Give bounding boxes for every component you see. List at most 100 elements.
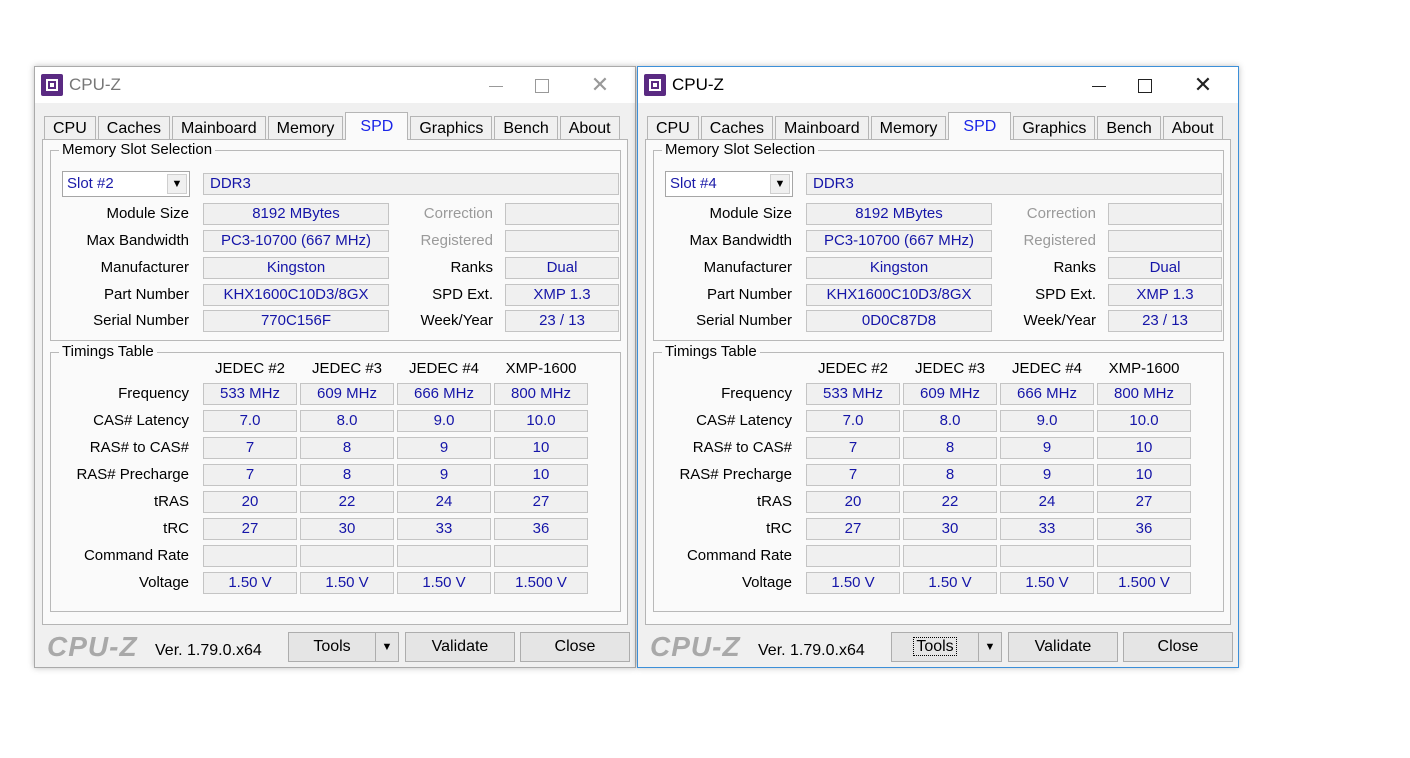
tab-bench[interactable]: Bench bbox=[1097, 116, 1161, 140]
cpuz-window-slot4: CPU-Z ✕ CPU Caches Mainboard Memory SPD … bbox=[637, 66, 1239, 668]
bottom-bar: CPU-Z Ver. 1.79.0.x64 Tools ▼ Validate C… bbox=[638, 627, 1238, 669]
week-year-label: Week/Year bbox=[1023, 312, 1096, 329]
tab-spd[interactable]: SPD bbox=[345, 112, 409, 140]
validate-button[interactable]: Validate bbox=[405, 632, 515, 662]
timing-cell: 33 bbox=[1000, 518, 1094, 540]
correction-value bbox=[1108, 203, 1222, 225]
timing-column-header: XMP-1600 bbox=[505, 360, 577, 377]
timing-cell: 10 bbox=[1097, 437, 1191, 459]
tab-mainboard[interactable]: Mainboard bbox=[172, 116, 266, 140]
title-bar[interactable]: CPU-Z ✕ bbox=[35, 67, 635, 103]
timing-cell: 1.50 V bbox=[300, 572, 394, 594]
registered-label: Registered bbox=[420, 232, 493, 249]
timing-column-header: JEDEC #4 bbox=[1011, 360, 1083, 377]
close-button[interactable]: Close bbox=[520, 632, 630, 662]
validate-button[interactable]: Validate bbox=[1008, 632, 1118, 662]
maximize-button[interactable] bbox=[519, 69, 565, 101]
ranks-value: Dual bbox=[1108, 257, 1222, 279]
timing-cell bbox=[1097, 545, 1191, 567]
timing-row-label: Command Rate bbox=[686, 547, 792, 564]
tab-bench[interactable]: Bench bbox=[494, 116, 558, 140]
max-bandwidth-value: PC3-10700 (667 MHz) bbox=[203, 230, 389, 252]
timing-row-label: RAS# to CAS# bbox=[89, 439, 189, 456]
spd-ext-label: SPD Ext. bbox=[1035, 286, 1096, 303]
close-window-button[interactable]: ✕ bbox=[1180, 69, 1226, 101]
version-text: Ver. 1.79.0.x64 bbox=[758, 642, 865, 659]
timing-cell: 8.0 bbox=[903, 410, 997, 432]
tab-memory[interactable]: Memory bbox=[267, 116, 344, 140]
slot-select-value: Slot #2 bbox=[67, 175, 114, 192]
timing-cell: 20 bbox=[203, 491, 297, 513]
timing-row-label: tRC bbox=[766, 520, 792, 537]
timing-cell: 666 MHz bbox=[397, 383, 491, 405]
tab-graphics[interactable]: Graphics bbox=[1013, 116, 1096, 140]
minimize-icon bbox=[1092, 85, 1106, 87]
timing-cell: 33 bbox=[397, 518, 491, 540]
ranks-label: Ranks bbox=[450, 259, 493, 276]
tab-caches[interactable]: Caches bbox=[97, 116, 171, 140]
max-bandwidth-value: PC3-10700 (667 MHz) bbox=[806, 230, 992, 252]
timing-row-label: RAS# to CAS# bbox=[692, 439, 792, 456]
maximize-button[interactable] bbox=[1122, 69, 1168, 101]
timing-cell bbox=[806, 545, 900, 567]
cpuz-app-icon bbox=[644, 74, 666, 96]
correction-label: Correction bbox=[423, 205, 493, 222]
timing-row-label: Frequency bbox=[721, 385, 792, 402]
chevron-down-icon: ▼ bbox=[381, 641, 393, 653]
timing-cell: 8 bbox=[903, 437, 997, 459]
timing-row-label: CAS# Latency bbox=[93, 412, 189, 429]
tools-button[interactable]: Tools bbox=[288, 632, 376, 662]
window-title: CPU-Z bbox=[672, 75, 724, 94]
close-button[interactable]: Close bbox=[1123, 632, 1233, 662]
spd-tab-panel: Memory Slot Selection Slot #2 ▼ DDR3 Mod… bbox=[42, 139, 628, 625]
chevron-down-icon[interactable]: ▼ bbox=[167, 174, 187, 194]
close-window-button[interactable]: ✕ bbox=[577, 69, 623, 101]
timing-column-header: JEDEC #2 bbox=[214, 360, 286, 377]
timing-cell: 10 bbox=[1097, 464, 1191, 486]
timing-cell: 609 MHz bbox=[300, 383, 394, 405]
timing-cell: 30 bbox=[300, 518, 394, 540]
tab-about[interactable]: About bbox=[559, 116, 620, 140]
tab-graphics[interactable]: Graphics bbox=[410, 116, 493, 140]
timing-row-label: tRC bbox=[163, 520, 189, 537]
timing-row-label: Voltage bbox=[138, 574, 189, 591]
chevron-down-icon[interactable]: ▼ bbox=[770, 174, 790, 194]
serial-number-label: Serial Number bbox=[696, 312, 792, 329]
timing-cell: 800 MHz bbox=[1097, 383, 1191, 405]
memory-slot-selection-label: Memory Slot Selection bbox=[662, 141, 819, 159]
timing-cell: 1.50 V bbox=[1000, 572, 1094, 594]
timing-cell: 1.50 V bbox=[203, 572, 297, 594]
serial-number-value: 770C156F bbox=[203, 310, 389, 332]
timings-table-group: Timings Table JEDEC #2 JEDEC #3 JEDEC #4 XM… bbox=[50, 343, 621, 612]
slot-select-value: Slot #4 bbox=[670, 175, 717, 192]
tools-dropdown-button[interactable]: ▼ bbox=[978, 632, 1002, 662]
maximize-icon bbox=[535, 79, 549, 94]
title-bar[interactable]: CPU-Z ✕ bbox=[638, 67, 1238, 103]
tab-cpu[interactable]: CPU bbox=[44, 116, 96, 140]
tab-bar: CPU Caches Mainboard Memory SPD Graphics… bbox=[647, 112, 1225, 140]
timing-cell: 1.500 V bbox=[1097, 572, 1191, 594]
tab-spd[interactable]: SPD bbox=[948, 112, 1012, 140]
minimize-icon bbox=[489, 85, 503, 87]
tab-memory[interactable]: Memory bbox=[870, 116, 947, 140]
tab-cpu[interactable]: CPU bbox=[647, 116, 699, 140]
tab-mainboard[interactable]: Mainboard bbox=[775, 116, 869, 140]
slot-select[interactable]: Slot #4 ▼ bbox=[665, 171, 793, 197]
tab-caches[interactable]: Caches bbox=[700, 116, 774, 140]
part-number-label: Part Number bbox=[706, 286, 792, 303]
memory-type-field: DDR3 bbox=[806, 173, 1222, 195]
tab-about[interactable]: About bbox=[1162, 116, 1223, 140]
tools-button[interactable]: Tools bbox=[891, 632, 979, 662]
timing-column-header: JEDEC #2 bbox=[817, 360, 889, 377]
tools-dropdown-button[interactable]: ▼ bbox=[375, 632, 399, 662]
timing-cell: 36 bbox=[1097, 518, 1191, 540]
timing-row-label: Voltage bbox=[741, 574, 792, 591]
memory-slot-selection-group: Memory Slot Selection Slot #4 ▼ DDR3 Mod… bbox=[653, 141, 1224, 341]
week-year-value: 23 / 13 bbox=[1108, 310, 1222, 332]
minimize-button[interactable] bbox=[473, 69, 519, 101]
slot-select[interactable]: Slot #2 ▼ bbox=[62, 171, 190, 197]
timing-cell bbox=[397, 545, 491, 567]
manufacturer-label: Manufacturer bbox=[703, 259, 792, 276]
module-size-value: 8192 MBytes bbox=[203, 203, 389, 225]
minimize-button[interactable] bbox=[1076, 69, 1122, 101]
